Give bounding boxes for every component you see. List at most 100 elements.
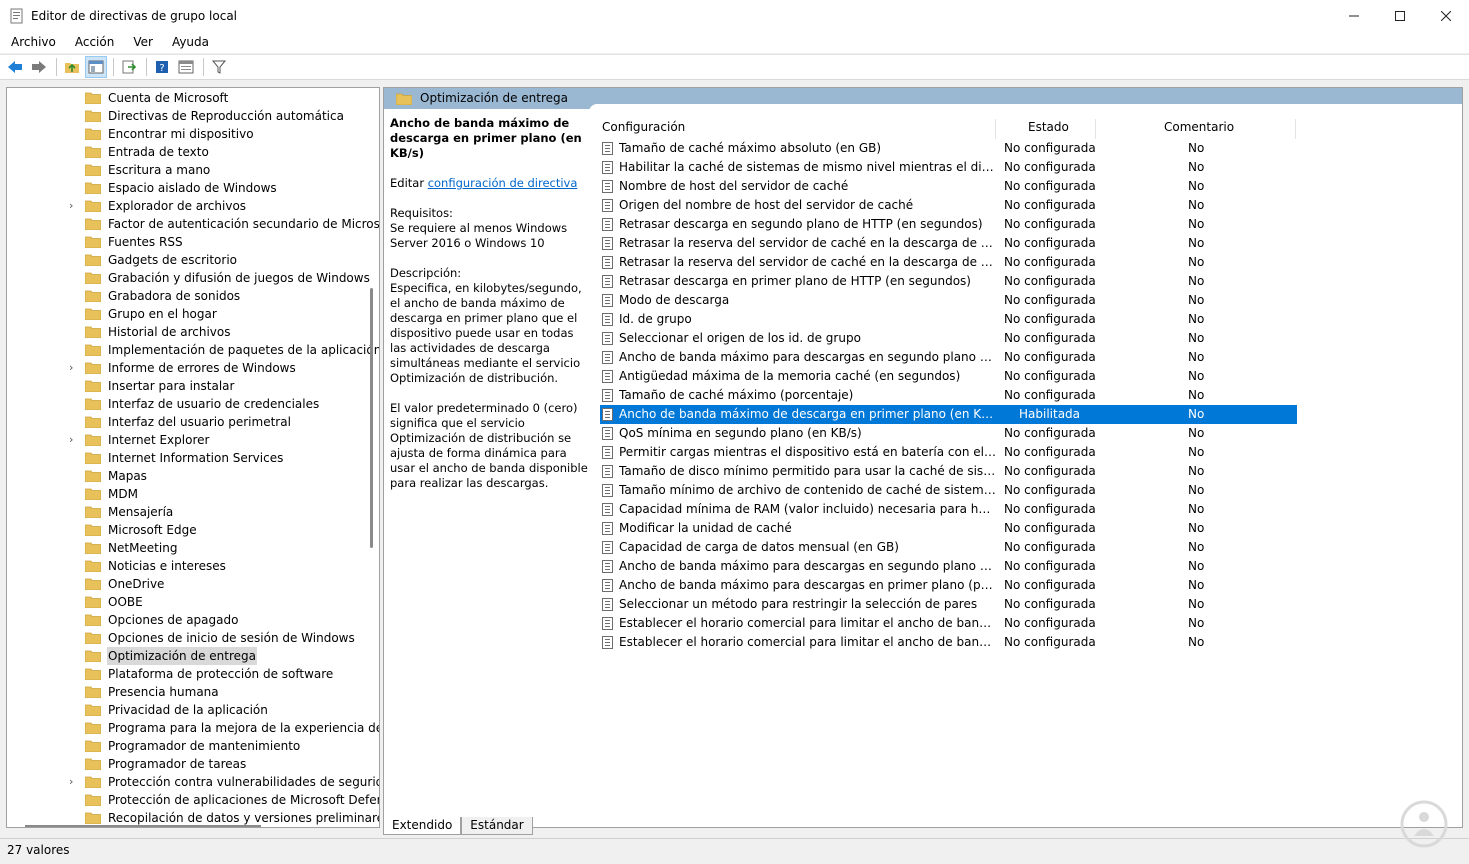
close-icon[interactable] bbox=[1423, 0, 1469, 31]
tab-estandar[interactable]: Estándar bbox=[461, 817, 533, 835]
policy-comment: No bbox=[1188, 616, 1205, 630]
column-header-config[interactable]: Configuración bbox=[602, 117, 685, 137]
column-divider[interactable] bbox=[995, 119, 996, 139]
expand-chevron-icon[interactable]: › bbox=[69, 773, 79, 791]
folder-icon bbox=[85, 812, 101, 824]
folder-icon bbox=[85, 416, 101, 428]
policy-config-name: Permitir cargas mientras el dispositivo … bbox=[619, 445, 996, 459]
console-tree[interactable]: Cuenta de Microsoft Directivas de Reprodu… bbox=[6, 87, 380, 828]
toolbar-separator bbox=[113, 58, 114, 76]
policy-row[interactable]: Tamaño de disco mínimo permitido para us… bbox=[600, 462, 1297, 481]
policy-row[interactable]: Nombre de host del servidor de caché No c… bbox=[600, 177, 1297, 196]
policy-row[interactable]: Tamaño de caché máximo absoluto (en GB) N… bbox=[600, 139, 1297, 158]
default-value-text: El valor predeterminado 0 (cero) signifi… bbox=[390, 401, 588, 490]
policy-row[interactable]: QoS mínima en segundo plano (en KB/s) No … bbox=[600, 424, 1297, 443]
folder-icon bbox=[396, 93, 412, 105]
policy-config-name: Ancho de banda máximo para descargas en … bbox=[619, 350, 996, 364]
policy-state: No configurada bbox=[1004, 483, 1096, 497]
column-header-state[interactable]: Estado bbox=[1028, 117, 1069, 137]
up-folder-icon[interactable] bbox=[61, 56, 83, 78]
policy-state: No configurada bbox=[1004, 635, 1096, 649]
policy-row[interactable]: Seleccionar el origen de los id. de grup… bbox=[600, 329, 1297, 348]
policy-setting-icon bbox=[602, 484, 613, 497]
tree-item-label: Programa para la mejora de la experienci… bbox=[108, 721, 380, 735]
back-arrow-icon[interactable] bbox=[4, 56, 26, 78]
policy-row[interactable]: Seleccionar un método para restringir la… bbox=[600, 595, 1297, 614]
folder-icon bbox=[85, 218, 101, 230]
details-content-edge bbox=[589, 104, 1462, 112]
help-icon[interactable]: ? bbox=[151, 56, 173, 78]
policy-row[interactable]: Retrasar descarga en primer plano de HTT… bbox=[600, 272, 1297, 291]
policy-state: No configurada bbox=[1004, 312, 1096, 326]
export-list-icon[interactable] bbox=[118, 56, 140, 78]
policy-state: No configurada bbox=[1004, 616, 1096, 630]
tree-item-label: Directivas de Reproducción automática bbox=[108, 109, 344, 123]
policy-row[interactable]: Ancho de banda máximo para descargas en … bbox=[600, 576, 1297, 595]
policy-config-name: Establecer el horario comercial para lim… bbox=[619, 635, 996, 649]
policy-state: No configurada bbox=[1004, 274, 1096, 288]
tree-horizontal-scrollbar[interactable] bbox=[25, 825, 261, 827]
folder-icon bbox=[85, 794, 101, 806]
policy-setting-icon bbox=[602, 351, 613, 364]
policy-row[interactable]: Establecer el horario comercial para lim… bbox=[600, 614, 1297, 633]
policy-row[interactable]: Antigüedad máxima de la memoria caché (e… bbox=[600, 367, 1297, 386]
show-hide-tree-icon[interactable] bbox=[85, 56, 107, 78]
folder-icon bbox=[85, 452, 101, 464]
folder-icon bbox=[85, 110, 101, 122]
minimize-icon[interactable] bbox=[1331, 0, 1377, 31]
column-divider[interactable] bbox=[1095, 119, 1096, 139]
policy-setting-icon bbox=[602, 560, 613, 573]
tree-item-label: Encontrar mi dispositivo bbox=[108, 127, 254, 141]
menu-archivo[interactable]: Archivo bbox=[0, 35, 64, 49]
policy-row[interactable]: Retrasar descarga en segundo plano de HT… bbox=[600, 215, 1297, 234]
expand-chevron-icon[interactable]: › bbox=[69, 197, 79, 215]
status-bar: 27 valores bbox=[0, 838, 1469, 864]
folder-icon bbox=[85, 470, 101, 482]
policy-row[interactable]: Origen del nombre de host del servidor d… bbox=[600, 196, 1297, 215]
menu-ver[interactable]: Ver bbox=[122, 35, 161, 49]
tree-item-label: Privacidad de la aplicación bbox=[108, 703, 268, 717]
properties-icon[interactable] bbox=[175, 56, 197, 78]
maximize-icon[interactable] bbox=[1377, 0, 1423, 31]
tree-item-label: Mapas bbox=[108, 469, 147, 483]
column-divider[interactable] bbox=[1295, 119, 1296, 139]
expand-chevron-icon[interactable]: › bbox=[69, 359, 79, 377]
policy-row[interactable]: Ancho de banda máximo para descargas en … bbox=[600, 557, 1297, 576]
policy-comment: No bbox=[1188, 407, 1205, 421]
policy-row[interactable]: Tamaño de caché máximo (porcentaje) No co… bbox=[600, 386, 1297, 405]
tree-item-label: Cuenta de Microsoft bbox=[108, 91, 229, 105]
policy-row[interactable]: Modificar la unidad de caché No configura… bbox=[600, 519, 1297, 538]
tab-extendido[interactable]: Extendido bbox=[383, 817, 462, 835]
policy-row[interactable]: Capacidad mínima de RAM (valor incluido)… bbox=[600, 500, 1297, 519]
forward-arrow-icon[interactable] bbox=[28, 56, 50, 78]
edit-policy-link[interactable]: configuración de directiva bbox=[428, 176, 578, 190]
extended-description: Ancho de banda máximo de descarga en pri… bbox=[390, 116, 590, 506]
tree-item-label: Internet Information Services bbox=[108, 451, 284, 465]
column-header-comment[interactable]: Comentario bbox=[1164, 117, 1234, 137]
policy-config-name: Modo de descarga bbox=[619, 293, 730, 307]
policy-row[interactable]: Ancho de banda máximo para descargas en … bbox=[600, 348, 1297, 367]
policy-comment: No bbox=[1188, 160, 1205, 174]
policy-row[interactable]: Ancho de banda máximo de descarga en pri… bbox=[600, 405, 1297, 424]
policy-state: Habilitada bbox=[1019, 407, 1081, 421]
menu-ayuda[interactable]: Ayuda bbox=[161, 35, 217, 49]
policy-config-name: Id. de grupo bbox=[619, 312, 692, 326]
policy-row[interactable]: Establecer el horario comercial para lim… bbox=[600, 633, 1297, 652]
policy-row[interactable]: Modo de descarga No configurada No bbox=[600, 291, 1297, 310]
policy-state: No configurada bbox=[1004, 578, 1096, 592]
policy-row[interactable]: Capacidad de carga de datos mensual (en … bbox=[600, 538, 1297, 557]
policy-setting-icon bbox=[602, 579, 613, 592]
policy-state: No configurada bbox=[1004, 331, 1096, 345]
policy-row[interactable]: Retrasar la reserva del servidor de cach… bbox=[600, 253, 1297, 272]
policy-row[interactable]: Tamaño mínimo de archivo de contenido de… bbox=[600, 481, 1297, 500]
menu-accion[interactable]: Acción bbox=[64, 35, 122, 49]
filter-icon[interactable] bbox=[208, 56, 230, 78]
policy-row[interactable]: Retrasar la reserva del servidor de cach… bbox=[600, 234, 1297, 253]
tree-vertical-scrollbar[interactable] bbox=[370, 288, 373, 548]
policy-state: No configurada bbox=[1004, 445, 1096, 459]
policy-row[interactable]: Habilitar la caché de sistemas de mismo … bbox=[600, 158, 1297, 177]
policy-row[interactable]: Permitir cargas mientras el dispositivo … bbox=[600, 443, 1297, 462]
policy-setting-icon bbox=[602, 389, 613, 402]
expand-chevron-icon[interactable]: › bbox=[69, 431, 79, 449]
policy-row[interactable]: Id. de grupo No configurada No bbox=[600, 310, 1297, 329]
